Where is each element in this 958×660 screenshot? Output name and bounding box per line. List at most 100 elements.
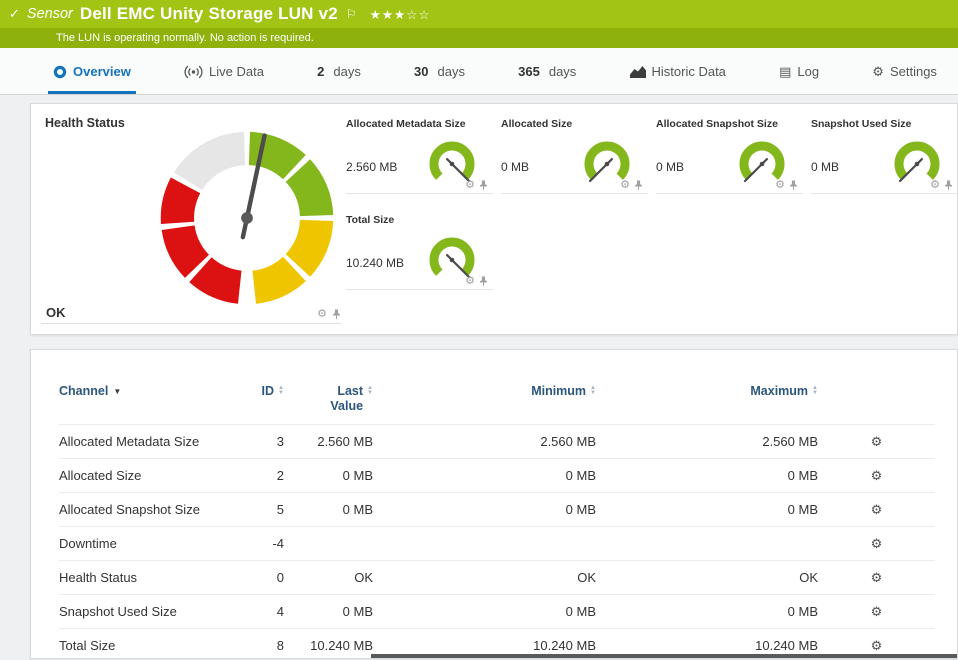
channel-last-value: 0 MB	[284, 458, 373, 493]
sort-icon: ▲ ▼	[590, 385, 596, 396]
tab-historic-data[interactable]: Historic Data	[625, 64, 731, 94]
log-icon: ▤	[779, 64, 792, 79]
channel-minimum: 0 MB	[373, 594, 596, 629]
gauge-value: 0 MB	[811, 160, 840, 174]
channel-name: Allocated Size	[59, 458, 219, 493]
gauge-allocated-metadata-size: Allocated Metadata Size 2.560 MB ⚙	[346, 116, 493, 194]
page-title: Dell EMC Unity Storage LUN v2	[79, 4, 338, 23]
horizontal-scrollbar[interactable]	[371, 654, 957, 658]
table-row: Health Status 0 OK OK OK ⚙	[59, 560, 935, 595]
table-row: Allocated Size 2 0 MB 0 MB 0 MB ⚙	[59, 458, 935, 493]
sensor-header: ✓ Sensor Dell EMC Unity Storage LUN v2 ⚐…	[0, 0, 958, 28]
channel-last-value	[284, 526, 373, 561]
channel-settings-icon[interactable]: ⚙	[871, 570, 883, 585]
gauge-label: Allocated Snapshot Size	[656, 118, 778, 130]
gauge-label: Snapshot Used Size	[811, 118, 912, 130]
channel-last-value: 0 MB	[284, 594, 373, 629]
channel-maximum: OK	[596, 560, 818, 595]
main-content: Health Status OK ⚙ Allocated Metadata Si…	[0, 95, 958, 659]
channel-maximum: 0 MB	[596, 594, 818, 629]
object-kind-label: Sensor	[26, 6, 73, 22]
tab-2-days[interactable]: 2 days	[312, 64, 366, 94]
channel-id: 4	[219, 594, 284, 629]
channel-id: 5	[219, 492, 284, 527]
star-rating[interactable]: ★★★☆☆	[370, 7, 431, 22]
tab-30-days[interactable]: 30 days	[409, 64, 470, 94]
tab-settings[interactable]: ⚙ Settings	[867, 64, 942, 94]
priority-flag-icon[interactable]: ⚐	[346, 7, 357, 21]
gauge-value: 0 MB	[656, 160, 685, 174]
gauge-value: 0 MB	[501, 160, 530, 174]
channel-settings-icon[interactable]: ⚙	[871, 468, 883, 483]
channel-last-value: 0 MB	[284, 492, 373, 527]
channel-settings-icon[interactable]: ⚙	[871, 434, 883, 449]
sort-icon: ▲ ▼	[278, 385, 284, 396]
gauge-total-size: Total Size 10.240 MB ⚙	[346, 212, 493, 290]
pin-icon[interactable]	[332, 309, 341, 320]
column-header-maximum[interactable]: Maximum ▲ ▼	[596, 378, 818, 425]
mini-gauge-grid: Allocated Metadata Size 2.560 MB ⚙ Alloc…	[346, 116, 957, 290]
gauge-allocated-size: Allocated Size 0 MB ⚙	[501, 116, 648, 194]
gear-icon[interactable]: ⚙	[317, 309, 327, 320]
channel-settings-icon[interactable]: ⚙	[871, 536, 883, 551]
channel-name: Downtime	[59, 526, 219, 561]
health-status-value: OK	[46, 305, 66, 320]
gear-icon[interactable]: ⚙	[930, 180, 940, 191]
column-header-id[interactable]: ID ▲ ▼	[219, 378, 284, 425]
column-header-minimum[interactable]: Minimum ▲ ▼	[373, 378, 596, 425]
gear-icon[interactable]: ⚙	[465, 180, 475, 191]
table-row: Allocated Metadata Size 3 2.560 MB 2.560…	[59, 424, 935, 459]
live-data-icon	[184, 65, 203, 78]
channels-table: Channel ▼ ID ▲ ▼ Last Value ▲ ▼ Minimum ▲ ▼ Max…	[59, 378, 935, 658]
column-header-last-value[interactable]: Last Value ▲ ▼	[284, 378, 373, 425]
channel-settings-icon[interactable]: ⚙	[871, 502, 883, 517]
historic-data-icon	[629, 65, 646, 78]
gauge-label: Allocated Size	[501, 118, 573, 130]
channel-settings-icon[interactable]: ⚙	[871, 638, 883, 653]
table-header-row: Channel ▼ ID ▲ ▼ Last Value ▲ ▼ Minimum ▲ ▼ Max…	[59, 378, 935, 425]
gear-icon[interactable]: ⚙	[620, 180, 630, 191]
channel-minimum: 2.560 MB	[373, 424, 596, 459]
pin-icon[interactable]	[634, 180, 643, 191]
channel-maximum: 0 MB	[596, 458, 818, 493]
gauge-value: 10.240 MB	[346, 256, 405, 270]
gauges-card: Health Status OK ⚙ Allocated Metadata Si…	[30, 103, 958, 335]
health-gauge-title: Health Status	[45, 116, 125, 130]
tab-bar: Overview Live Data 2 days 30 days 365 days …	[0, 48, 958, 95]
tab-live-data[interactable]: Live Data	[179, 64, 269, 94]
gauge-label: Allocated Metadata Size	[346, 118, 466, 130]
sort-desc-icon: ▼	[113, 387, 122, 397]
column-header-channel[interactable]: Channel ▼	[59, 378, 219, 425]
channel-last-value: 10.240 MB	[284, 628, 373, 658]
channel-last-value: 2.560 MB	[284, 424, 373, 459]
table-row: Allocated Snapshot Size 5 0 MB 0 MB 0 MB…	[59, 492, 935, 527]
health-status-gauge	[160, 131, 334, 304]
pin-icon[interactable]	[944, 180, 953, 191]
channel-name: Total Size	[59, 628, 219, 658]
overview-ring-icon	[53, 65, 67, 78]
tab-365-days[interactable]: 365 days	[513, 64, 581, 94]
table-row: Snapshot Used Size 4 0 MB 0 MB 0 MB ⚙	[59, 594, 935, 629]
channel-id: 2	[219, 458, 284, 493]
channel-name: Allocated Metadata Size	[59, 424, 219, 459]
pin-icon[interactable]	[479, 276, 488, 287]
pin-icon[interactable]	[479, 180, 488, 191]
sensor-status-band: The LUN is operating normally. No action…	[0, 28, 958, 48]
channel-maximum: 2.560 MB	[596, 424, 818, 459]
channel-minimum	[373, 526, 596, 561]
gauge-value: 2.560 MB	[346, 160, 398, 174]
gear-icon[interactable]: ⚙	[465, 276, 475, 287]
channel-id: 8	[219, 628, 284, 658]
channel-name: Allocated Snapshot Size	[59, 492, 219, 527]
gauge-snapshot-used-size: Snapshot Used Size 0 MB ⚙	[811, 116, 957, 194]
tab-overview[interactable]: Overview	[48, 64, 136, 94]
channel-minimum: 0 MB	[373, 458, 596, 493]
gear-icon[interactable]: ⚙	[775, 180, 785, 191]
channel-minimum: 0 MB	[373, 492, 596, 527]
pin-icon[interactable]	[789, 180, 798, 191]
health-footer: OK ⚙	[41, 305, 341, 324]
column-header-actions	[818, 378, 935, 425]
channel-settings-icon[interactable]: ⚙	[871, 604, 883, 619]
channel-id: -4	[219, 526, 284, 561]
tab-log[interactable]: ▤ Log	[774, 64, 824, 94]
